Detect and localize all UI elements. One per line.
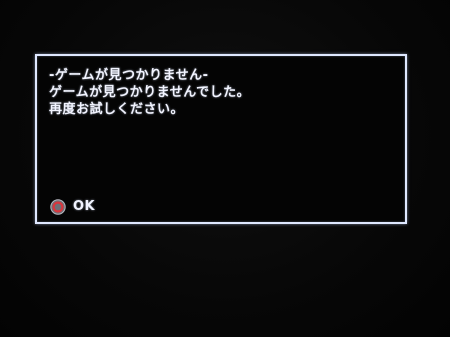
screen: -ゲームが見つかりません- ゲームが見つかりませんでした。 再度お試しください。…: [0, 0, 450, 337]
dialog-title: -ゲームが見つかりません-: [49, 68, 209, 83]
dialog-message-line: ゲームが見つかりませんでした。: [49, 85, 251, 100]
ok-label: OK: [73, 199, 96, 214]
circle-button-icon: [50, 199, 66, 215]
ok-button[interactable]: OK: [50, 199, 95, 215]
dialog-message-line: 再度お試しください。: [49, 102, 185, 117]
dialog-message: -ゲームが見つかりません- ゲームが見つかりませんでした。 再度お試しください。: [49, 67, 395, 118]
error-dialog: -ゲームが見つかりません- ゲームが見つかりませんでした。 再度お試しください。…: [35, 54, 407, 224]
